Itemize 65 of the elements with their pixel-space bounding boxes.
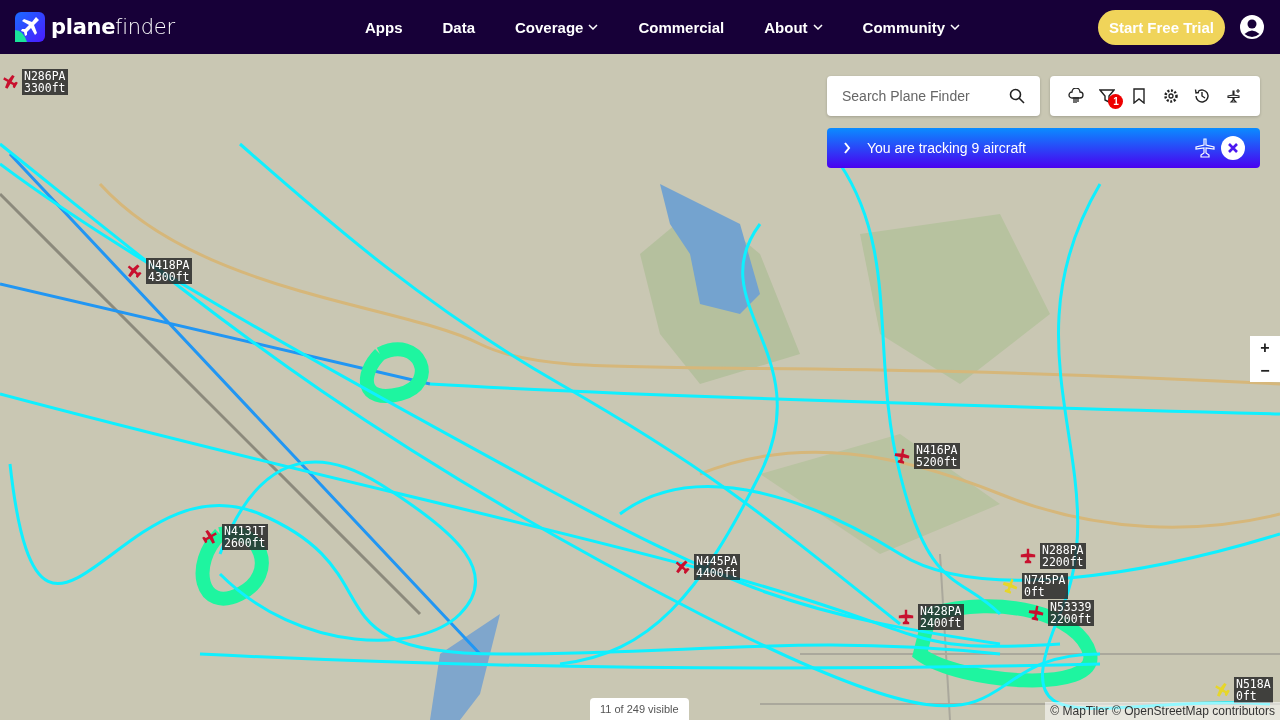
close-icon[interactable] [1221,136,1245,160]
callsign: N53339 [1050,601,1092,613]
chevron-right-icon[interactable] [843,142,851,154]
aircraft-icon[interactable] [1,73,19,91]
aircraft-icon[interactable] [673,558,691,576]
callsign: N745PA [1024,574,1066,586]
account-icon[interactable] [1239,14,1265,40]
settings-icon[interactable] [1162,88,1179,104]
airplane-icon[interactable] [1195,138,1215,158]
aircraft-label[interactable]: N416PA 5200ft [914,443,960,469]
callsign: N418PA [148,259,190,271]
callsign: N428PA [920,605,962,617]
aircraft-icon[interactable] [897,608,915,626]
callsign: N288PA [1042,544,1084,556]
altitude: 2600ft [224,537,266,549]
aircraft-icon[interactable] [201,528,219,546]
aircraft-label[interactable]: N286PA 3300ft [22,69,68,95]
nav-link[interactable]: Data [422,18,495,36]
cloud-rain-icon[interactable] [1067,88,1084,104]
search-icon[interactable] [1009,88,1025,104]
altitude: 4400ft [696,567,738,579]
plane-logo-icon[interactable] [15,12,45,42]
chevron-down-icon[interactable] [812,24,823,30]
filter-icon[interactable] [1099,88,1116,104]
map-attribution: © MapTiler © OpenStreetMap contributors [1045,702,1280,720]
aircraft-label[interactable]: N445PA 4400ft [694,554,740,580]
chevron-down-icon[interactable] [950,24,961,30]
aircraft-label[interactable]: N288PA 2200ft [1040,543,1086,569]
tracking-message: You are tracking 9 aircraft [867,140,1027,156]
callsign: N518A [1236,678,1271,690]
filter-count-badge: 1 [1108,94,1124,109]
altitude: 5200ft [916,456,958,468]
aircraft-icon[interactable] [893,447,911,465]
altitude: 2400ft [920,617,962,629]
bookmark-icon[interactable] [1131,88,1148,104]
nav-link[interactable]: Community [842,18,981,36]
altitude: 4300ft [148,271,190,283]
aircraft-icon[interactable] [1019,547,1037,565]
aircraft-label[interactable]: N4131T 2600ft [222,524,268,550]
altitude: 2200ft [1042,556,1084,568]
altitude: 2200ft [1050,613,1092,625]
aircraft-icon[interactable] [1027,604,1045,622]
nav-link[interactable]: Commercial [618,18,745,36]
logo-wordmark[interactable]: planefinder [51,15,175,39]
aircraft-label[interactable]: N428PA 2400ft [918,604,964,630]
aircraft-label[interactable]: N518A 0ft [1234,677,1273,703]
visible-count: 11 of 249 visible [590,698,689,720]
nav-link[interactable]: About [744,18,843,36]
altitude: 0ft [1024,586,1046,598]
aircraft-icon[interactable] [125,262,143,280]
aircraft-label[interactable]: N53339 2200ft [1048,600,1094,626]
aircraft-label[interactable]: N745PA 0ft [1022,573,1068,599]
callsign: N4131T [224,525,266,537]
callsign: N286PA [24,70,66,82]
history-icon[interactable] [1194,88,1211,104]
callsign: N445PA [696,555,738,567]
altitude: 3300ft [24,82,66,94]
nav-link[interactable]: Apps [345,18,423,36]
add-aircraft-icon[interactable] [1226,88,1243,104]
altitude: 0ft [1236,690,1258,702]
aircraft-label[interactable]: N418PA 4300ft [146,258,192,284]
nav-link[interactable]: Coverage [495,18,619,36]
chevron-down-icon[interactable] [588,24,599,30]
search-field[interactable]: Search Plane Finder [827,76,1040,116]
callsign: N416PA [916,444,958,456]
